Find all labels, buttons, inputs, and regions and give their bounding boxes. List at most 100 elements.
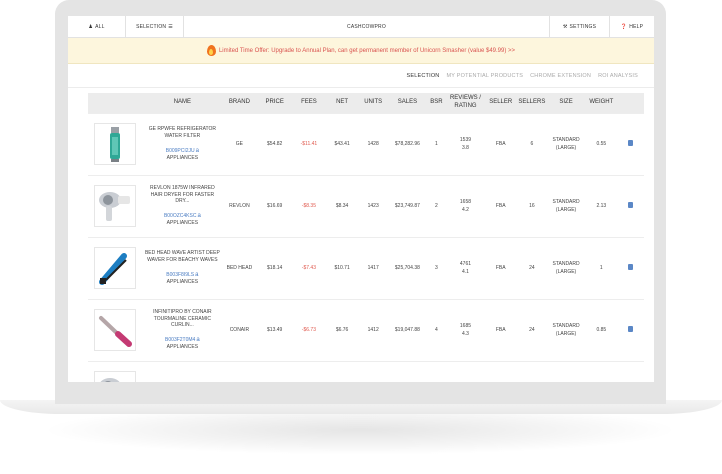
promo-text: Limited Time Offer: Upgrade to Annual Pl… [218,47,516,54]
size-class: (LARGE) [555,145,577,151]
brand-cell: REVLON [220,174,259,237]
header-weight[interactable]: WEIGHT [585,93,617,113]
net-cell: $8.34 [326,174,358,237]
product-image[interactable] [94,247,136,289]
product-title[interactable]: GE RPWFE REFRIGERATOR WATER FILTER [144,126,221,140]
settings-button[interactable]: ⚒ SETTINGS [550,16,610,37]
sales-cell [388,360,427,382]
net-cell: $10.71 [326,236,358,299]
size-cell: STANDARD (LARGE) [546,174,586,237]
fees-cell: -$11.41 [291,112,327,175]
brand-cell: CONAIR [220,298,259,361]
amazon-icon[interactable]: a [195,271,198,279]
product-image[interactable] [94,309,136,351]
amazon-icon[interactable]: a [197,212,200,220]
header-name[interactable]: NAME [144,93,221,113]
reviews-rating-cell: 1685 4.3 [446,298,485,361]
header-sales[interactable]: SALES [388,93,427,113]
table-header-row: NAME BRAND PRICE FEES NET UNITS SALES BS… [88,93,644,113]
save-icon[interactable] [627,326,633,332]
tab-chrome-extension[interactable]: CHROME EXTENSION [530,73,591,79]
fees-cell [291,360,327,382]
promo-banner[interactable]: Limited Time Offer: Upgrade to Annual Pl… [68,38,654,64]
action-cell [616,174,644,237]
tab-my-potential-products[interactable]: MY POTENTIAL PRODUCTS [446,73,523,79]
sales-cell: $19,047.88 [388,298,427,361]
help-button[interactable]: ❓ HELP [610,16,654,37]
header-net[interactable]: NET [326,93,358,113]
all-menu-button[interactable]: ♟ ALL [68,16,126,37]
header-brand[interactable]: BRAND [220,93,259,113]
header-bsr[interactable]: BSR [426,93,447,113]
table-row[interactable]: REVLON 1875W INFRARED HAIR DRYER FOR FAS… [88,174,644,237]
seller-cell: FBA [484,112,518,175]
selection-label: SELECTION [136,23,167,30]
product-category: APPLIANCES [166,344,199,351]
product-image[interactable] [94,371,136,382]
product-asin[interactable]: B003F2T0M4 [165,337,195,343]
product-category: APPLIANCES [166,220,199,227]
sales-cell: $78,282.96 [388,112,427,175]
product-name-cell: GE RPWFE REFRIGERATOR WATER FILTER B009PC… [144,112,221,175]
save-icon[interactable] [627,140,633,146]
product-title[interactable]: INFINITIPRO BY CONAIR TOURMALINE CERAMIC… [144,309,221,329]
product-asin[interactable]: B00OZC4KSC [164,213,197,219]
sellers-cell: 24 [517,298,547,361]
units-cell: 1412 [357,298,389,361]
weight-cell: 0.85 [585,298,617,361]
units-cell [357,360,389,382]
header-reviews[interactable]: REVIEWS / RATING [446,93,485,113]
header-seller[interactable]: SELLER [484,93,518,113]
header-thumb [88,93,144,113]
header-sellers[interactable]: SELLERS [517,93,547,113]
product-category: APPLIANCES [166,278,199,285]
save-icon[interactable] [627,264,633,270]
products-table: NAME BRAND PRICE FEES NET UNITS SALES BS… [88,93,644,382]
product-title[interactable]: REVLON 1875W INFRARED HAIR DRYER FOR FAS… [144,185,221,205]
amazon-icon[interactable]: a [196,336,199,344]
size-class: (LARGE) [555,331,577,337]
tab-selection[interactable]: SELECTION [407,73,440,79]
brand-cell: GE [220,112,259,175]
seller-cell: FBA [484,236,518,299]
weight-cell [585,360,617,382]
header-fees[interactable]: FEES [291,93,327,113]
list-icon: ☰ [168,23,173,30]
brand-cell: BED HEAD [220,236,259,299]
product-thumb-cell [88,174,144,237]
amazon-icon[interactable]: a [196,147,199,155]
table-row[interactable]: INFINITIPRO BY CONAIR TOURMALINE CERAMIC… [88,298,644,361]
seller-cell: FBA [484,174,518,237]
product-image[interactable] [94,185,136,227]
table-row[interactable]: CONAIR 1875 WATT IONIC CERAMIC HAIR DRYE… [88,360,644,382]
action-cell [616,360,644,382]
reviews-count: 1539 [459,137,472,143]
wrench-icon: ⚒ [562,23,568,30]
table-row[interactable]: GE RPWFE REFRIGERATOR WATER FILTER B009PC… [88,112,644,175]
size-cell: STANDARD (LARGE) [546,298,586,361]
header-units[interactable]: UNITS [357,93,389,113]
product-asin[interactable]: B009PCI2JU [166,148,195,154]
price-cell: $13.49 [258,298,292,361]
header-size[interactable]: SIZE [546,93,586,113]
fees-cell: -$8.35 [291,174,327,237]
net-cell: $43.41 [326,112,358,175]
save-icon[interactable] [627,202,633,208]
product-image[interactable] [94,123,136,165]
product-title[interactable]: BED HEAD WAVE ARTIST DEEP WAVER FOR BEAC… [144,250,221,264]
tab-roi-analysis[interactable]: ROI ANALYSIS [598,73,638,79]
header-price[interactable]: PRICE [258,93,292,113]
all-label: ALL [95,23,105,30]
price-cell: $18.14 [258,236,292,299]
product-asin[interactable]: B003F8I9LS [166,272,194,278]
table-row[interactable]: BED HEAD WAVE ARTIST DEEP WAVER FOR BEAC… [88,236,644,299]
net-cell [326,360,358,382]
marketing-stage: ♟ ALL SELECTION ☰ CASHCOWPRO ⚒ SETTINGS … [0,0,722,474]
product-thumb-cell [88,298,144,361]
action-cell [616,112,644,175]
reviews-rating-cell [446,360,485,382]
selection-menu-button[interactable]: SELECTION ☰ [126,16,184,37]
price-cell [258,360,292,382]
size-tier: STANDARD [552,323,580,329]
net-cell: $6.76 [326,298,358,361]
